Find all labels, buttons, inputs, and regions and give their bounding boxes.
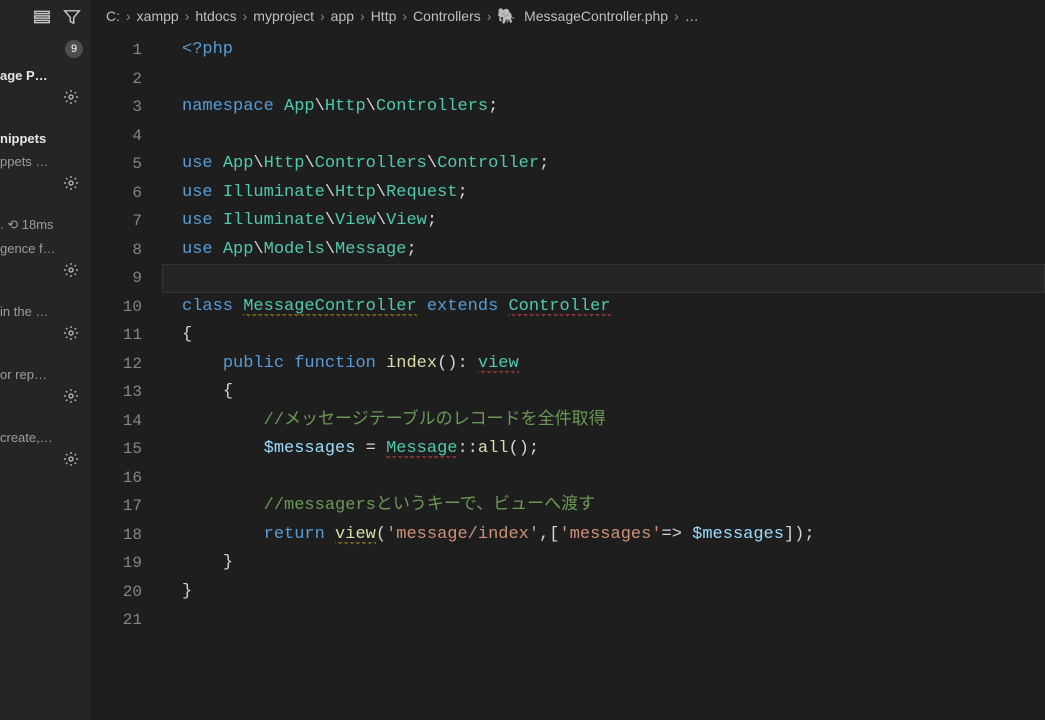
line-number: 16 xyxy=(92,464,162,493)
code-line[interactable]: public function index(): view xyxy=(162,350,1045,379)
chevron-right-icon: › xyxy=(320,8,325,24)
sidebar-section-sub: or rep… xyxy=(0,363,91,386)
breadcrumb-segment[interactable]: … xyxy=(685,8,699,24)
breadcrumb-segment[interactable]: htdocs xyxy=(195,8,236,24)
code-line[interactable] xyxy=(162,65,1045,94)
code-line[interactable]: use Illuminate\View\View; xyxy=(162,207,1045,236)
gear-icon[interactable] xyxy=(0,87,91,113)
line-number: 9 xyxy=(92,264,162,293)
line-number: 7 xyxy=(92,207,162,236)
code-area[interactable]: <?php namespace App\Http\Controllers; use … xyxy=(162,32,1045,720)
chevron-right-icon: › xyxy=(674,8,679,24)
gear-icon[interactable] xyxy=(0,323,91,349)
php-file-icon: 🐘 xyxy=(497,7,516,25)
sidebar-section-sub: create,… xyxy=(0,426,91,449)
line-number: 2 xyxy=(92,65,162,94)
code-line[interactable]: $messages = Message::all(); xyxy=(162,435,1045,464)
code-line[interactable]: { xyxy=(162,378,1045,407)
sidebar-timing: . ⟲ 18ms xyxy=(0,213,91,237)
code-line[interactable]: <?php xyxy=(162,36,1045,65)
gear-icon[interactable] xyxy=(0,260,91,286)
breadcrumb-segment[interactable]: Controllers xyxy=(413,8,481,24)
line-number: 12 xyxy=(92,350,162,379)
sidebar-section-title[interactable]: age P… xyxy=(0,64,91,87)
sidebar-section-sub: gence f… xyxy=(0,237,91,260)
code-line[interactable]: use App\Http\Controllers\Controller; xyxy=(162,150,1045,179)
filter-icon[interactable] xyxy=(61,6,83,28)
chevron-right-icon: › xyxy=(360,8,365,24)
chevron-right-icon: › xyxy=(185,8,190,24)
gear-icon[interactable] xyxy=(0,386,91,412)
breadcrumb-segment[interactable]: app xyxy=(331,8,354,24)
code-editor[interactable]: 123456789101112131415161718192021 <?phpn… xyxy=(92,32,1045,720)
breadcrumb[interactable]: C: › xampp › htdocs › myproject › app › Http › Contr… xyxy=(92,0,1045,32)
line-number: 14 xyxy=(92,407,162,436)
line-number: 18 xyxy=(92,521,162,550)
editor-main: C: › xampp › htdocs › myproject › app › Http › Contr… xyxy=(92,0,1045,720)
sidebar-panel: 9 age P… nippetsppets … . ⟲ 18msgence f… in… xyxy=(0,0,92,720)
list-icon[interactable] xyxy=(31,6,53,28)
sidebar-section-title[interactable]: nippets xyxy=(0,127,91,150)
code-line[interactable]: { xyxy=(162,321,1045,350)
breadcrumb-segment[interactable]: xampp xyxy=(137,8,179,24)
line-number: 21 xyxy=(92,606,162,635)
line-number: 17 xyxy=(92,492,162,521)
code-line[interactable]: return view('message/index',['messages'=… xyxy=(162,521,1045,550)
code-line[interactable]: } xyxy=(162,549,1045,578)
code-line[interactable] xyxy=(162,264,1045,293)
code-line[interactable]: //messagersというキーで、ビューへ渡す xyxy=(162,492,1045,521)
line-number: 13 xyxy=(92,378,162,407)
line-number: 20 xyxy=(92,578,162,607)
chevron-right-icon: › xyxy=(487,8,492,24)
breadcrumb-segment[interactable]: Http xyxy=(371,8,397,24)
code-line[interactable] xyxy=(162,122,1045,151)
code-line[interactable]: namespace App\Http\Controllers; xyxy=(162,93,1045,122)
line-number: 19 xyxy=(92,549,162,578)
line-number: 5 xyxy=(92,150,162,179)
line-number: 4 xyxy=(92,122,162,151)
line-number: 11 xyxy=(92,321,162,350)
sidebar-toolbar xyxy=(0,0,91,34)
sidebar-badge: 9 xyxy=(65,40,83,58)
gear-icon[interactable] xyxy=(0,449,91,475)
code-line[interactable] xyxy=(162,464,1045,493)
code-line[interactable]: use Illuminate\Http\Request; xyxy=(162,179,1045,208)
line-number: 8 xyxy=(92,236,162,265)
line-number: 6 xyxy=(92,179,162,208)
breadcrumb-segment[interactable]: myproject xyxy=(253,8,314,24)
sidebar-section-sub: ppets … xyxy=(0,150,91,173)
breadcrumb-segment[interactable]: MessageController.php xyxy=(524,8,668,24)
code-line[interactable]: use App\Models\Message; xyxy=(162,236,1045,265)
gear-icon[interactable] xyxy=(0,173,91,199)
code-line[interactable]: //メッセージテーブルのレコードを全件取得 xyxy=(162,407,1045,436)
chevron-right-icon: › xyxy=(126,8,131,24)
chevron-right-icon: › xyxy=(402,8,407,24)
breadcrumb-segment[interactable]: C: xyxy=(106,8,120,24)
code-line[interactable]: class MessageController extends Controll… xyxy=(162,293,1045,322)
line-number: 1 xyxy=(92,36,162,65)
code-line[interactable] xyxy=(162,606,1045,635)
line-number: 15 xyxy=(92,435,162,464)
chevron-right-icon: › xyxy=(243,8,248,24)
line-number: 3 xyxy=(92,93,162,122)
code-line[interactable]: } xyxy=(162,578,1045,607)
sidebar-section-sub: in the … xyxy=(0,300,91,323)
line-gutter: 123456789101112131415161718192021 xyxy=(92,32,162,720)
line-number: 10 xyxy=(92,293,162,322)
